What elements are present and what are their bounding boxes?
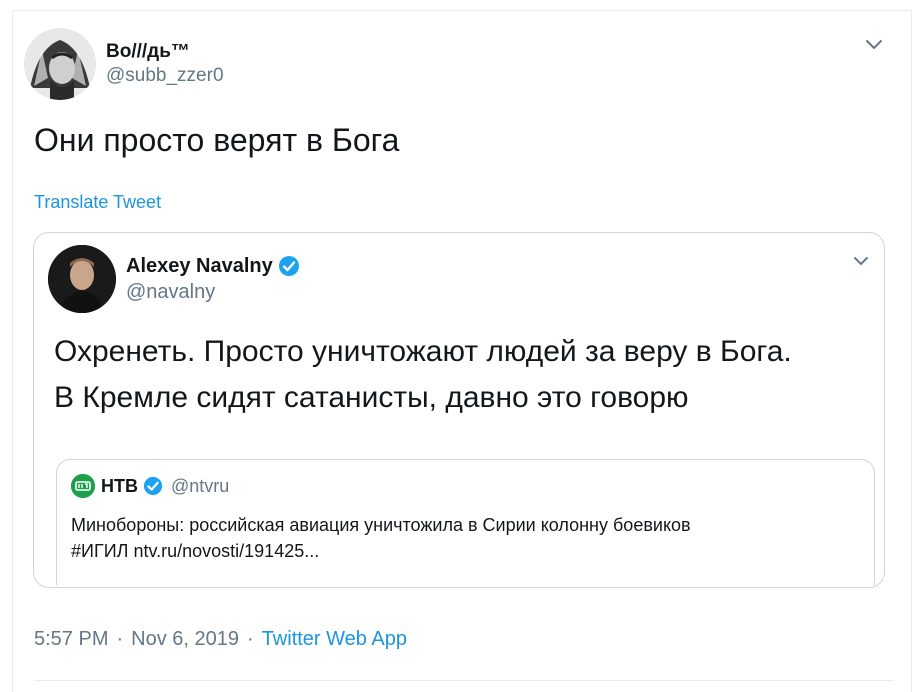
verified-badge-icon xyxy=(143,476,163,496)
avatar[interactable] xyxy=(24,28,96,100)
nested-display-name[interactable]: НТВ xyxy=(101,476,138,497)
separator: · xyxy=(116,628,124,650)
quoted-tweet-text: Охренеть. Просто уничтожают людей за вер… xyxy=(54,329,874,421)
ntv-logo-icon xyxy=(71,474,95,498)
quoted-user-handle[interactable]: @navalny xyxy=(126,279,300,305)
nested-quoted-header: НТВ @ntvru xyxy=(71,474,229,498)
avatar[interactable] xyxy=(48,245,116,313)
divider xyxy=(34,680,894,681)
separator: · xyxy=(247,628,254,650)
tweet-source-link[interactable]: Twitter Web App xyxy=(262,628,407,651)
nested-tweet-text: Минобороны: российская авиация уничтожил… xyxy=(71,512,861,564)
display-name[interactable]: Во///дь™ xyxy=(106,40,224,64)
nested-text-line: Минобороны: российская авиация уничтожил… xyxy=(71,515,691,535)
chevron-down-icon[interactable] xyxy=(864,38,884,52)
translate-tweet-link[interactable]: Translate Tweet xyxy=(34,192,161,213)
verified-badge-icon xyxy=(278,255,300,277)
user-handle[interactable]: @subb_zzer0 xyxy=(106,64,224,88)
quoted-display-name[interactable]: Alexey Navalny xyxy=(126,253,273,279)
nested-quoted-tweet[interactable]: НТВ @ntvru Минобороны: российская авиаци… xyxy=(56,459,875,585)
tweet-header: Во///дь™ @subb_zzer0 xyxy=(24,26,224,102)
quoted-tweet[interactable]: Alexey Navalny @navalny Охренеть. Просто… xyxy=(33,232,885,588)
quoted-tweet-header: Alexey Navalny @navalny xyxy=(48,245,300,313)
quoted-text-line: В Кремле сидят сатанисты, давно это гово… xyxy=(54,381,689,414)
nested-text-line[interactable]: #ИГИЛ ntv.ru/novosti/191425... xyxy=(71,538,861,564)
tweet-text: Они просто верят в Бога xyxy=(34,122,400,158)
quoted-text-line: Охренеть. Просто уничтожают людей за вер… xyxy=(54,335,792,368)
nested-user-handle[interactable]: @ntvru xyxy=(171,476,229,497)
chevron-down-icon[interactable] xyxy=(852,255,870,267)
tweet-time[interactable]: 5:57 PM xyxy=(34,628,108,651)
tweet-date[interactable]: Nov 6, 2019 xyxy=(131,628,239,651)
tweet-meta: 5:57 PM · Nov 6, 2019 · Twitter Web App xyxy=(34,628,407,651)
